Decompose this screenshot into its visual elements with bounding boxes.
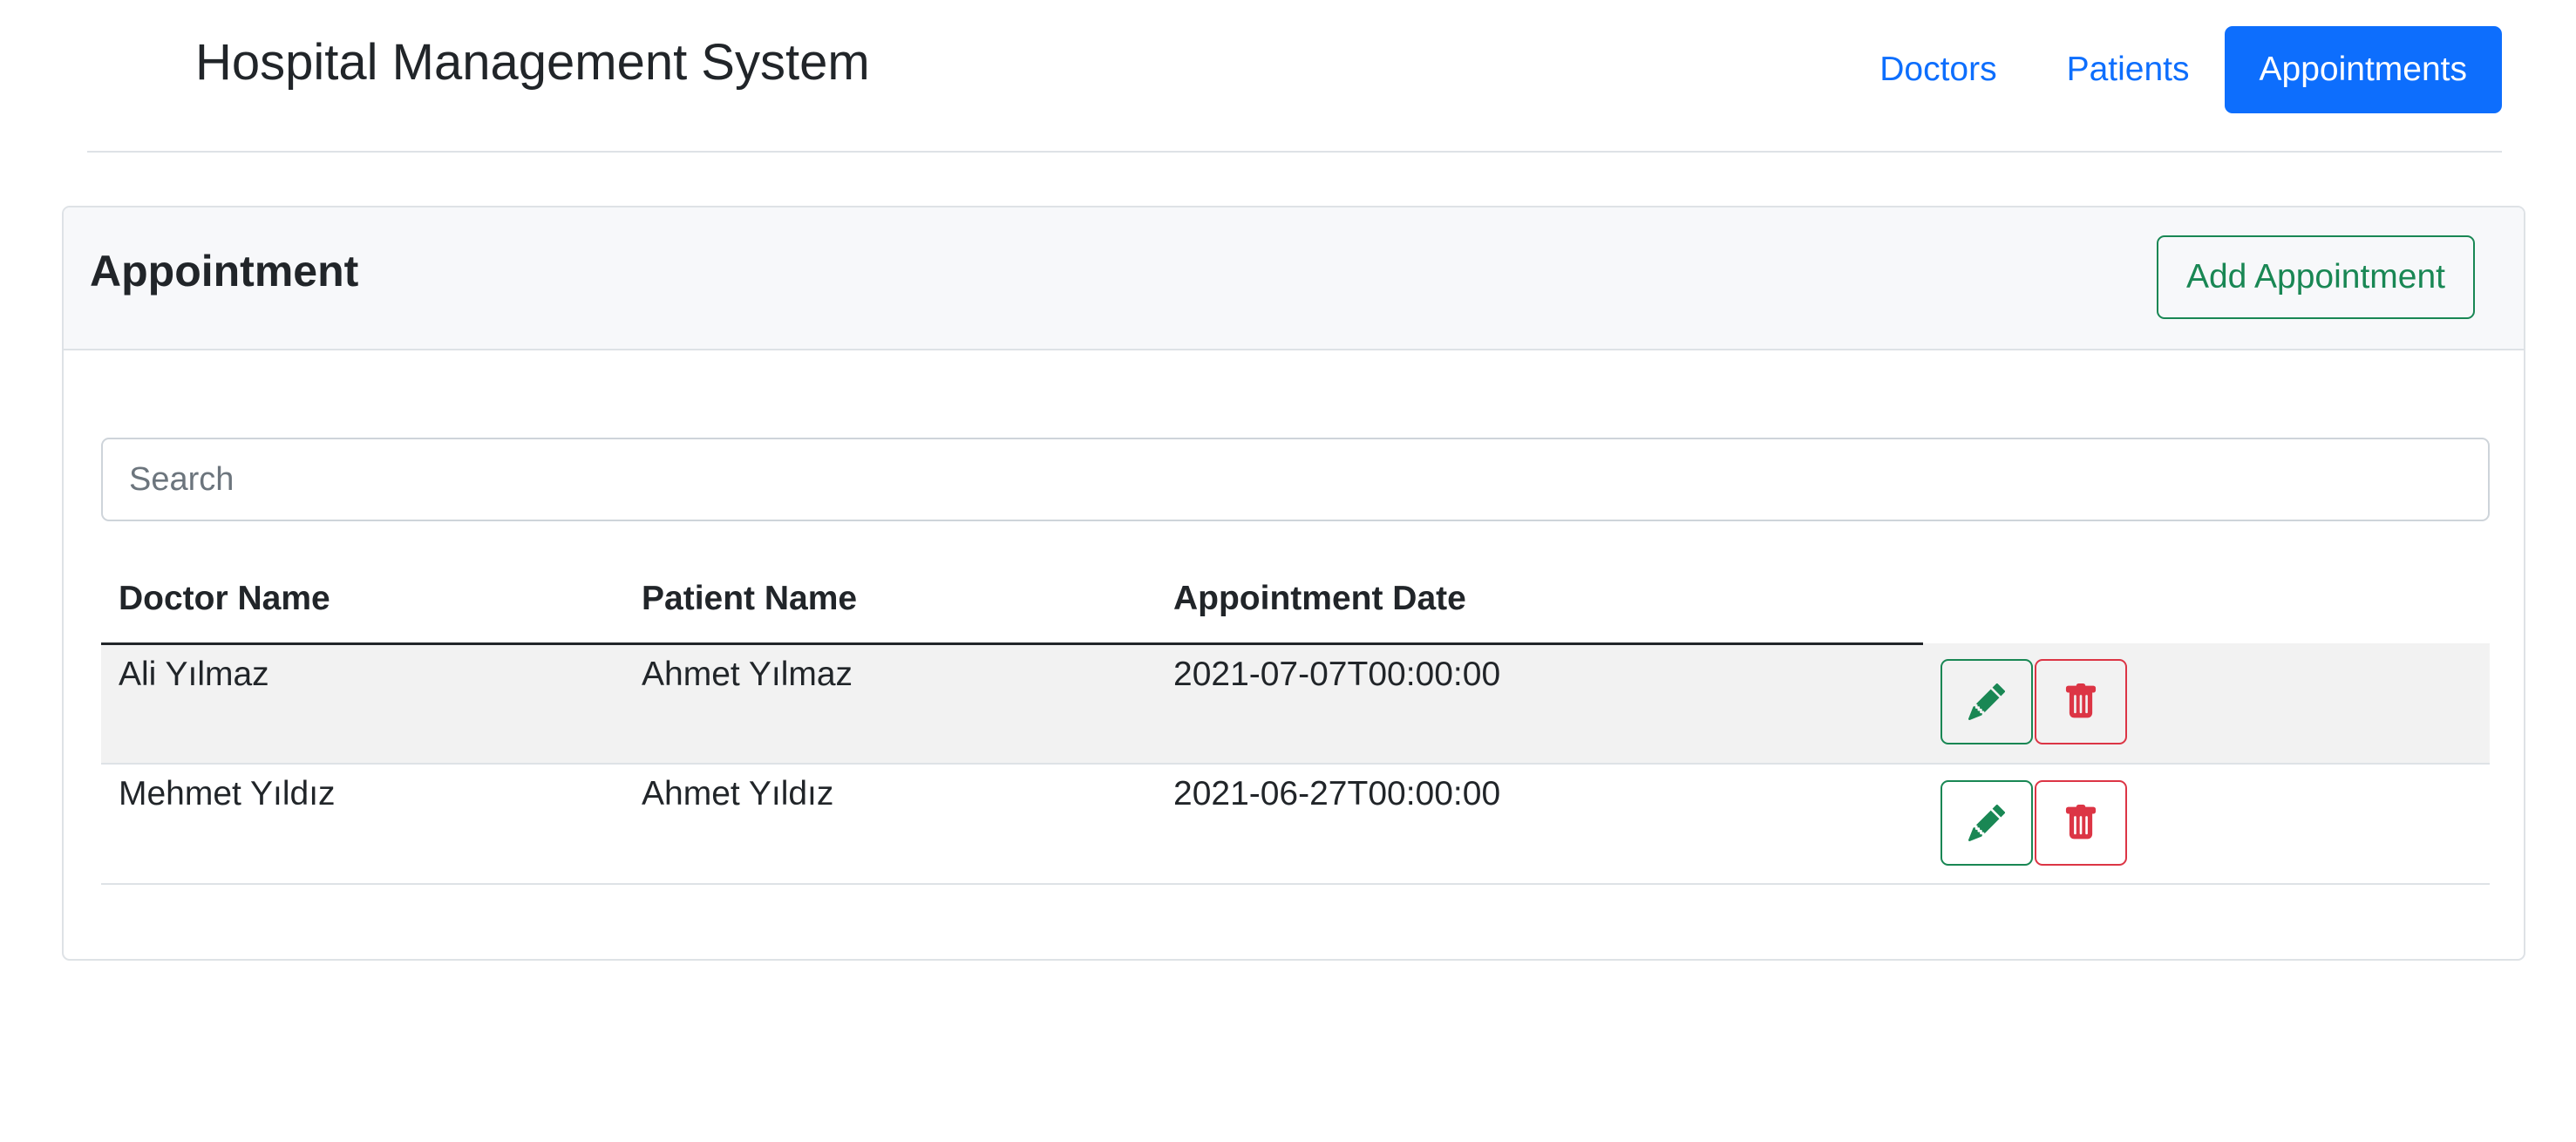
cell-appointment-date: 2021-07-07T00:00:00 (1156, 643, 1923, 765)
add-appointment-button[interactable]: Add Appointment (2156, 235, 2475, 319)
trash-icon (2065, 683, 2097, 718)
table-header-row: Doctor Name Patient Name Appointment Dat… (101, 556, 2490, 645)
pencil-icon (1968, 805, 2005, 841)
column-header-patient-name: Patient Name (624, 556, 1156, 645)
edit-button[interactable] (1940, 659, 2033, 744)
cell-appointment-date: 2021-06-27T00:00:00 (1156, 764, 1923, 885)
appointments-table: Doctor Name Patient Name Appointment Dat… (101, 556, 2490, 885)
cell-patient-name: Ahmet Yıldız (624, 764, 1156, 885)
nav-patients[interactable]: Patients (2032, 26, 2225, 113)
appointment-card: Appointment Add Appointment Doctor Name … (62, 206, 2525, 961)
delete-button[interactable] (2035, 780, 2127, 866)
table-row: Mehmet Yıldız Ahmet Yıldız 2021-06-27T00… (101, 764, 2490, 885)
cell-actions (1923, 643, 2490, 765)
nav-appointments[interactable]: Appointments (2224, 26, 2502, 113)
edit-button[interactable] (1940, 780, 2033, 866)
trash-icon (2065, 805, 2097, 840)
cell-doctor-name: Mehmet Yıldız (101, 764, 624, 885)
nav-doctors[interactable]: Doctors (1845, 26, 2031, 113)
app-title: Hospital Management System (195, 34, 870, 91)
cell-actions (1923, 764, 2490, 885)
search-input[interactable] (101, 438, 2490, 521)
top-navbar: Hospital Management System Doctors Patie… (87, 0, 2502, 153)
table-row: Ali Yılmaz Ahmet Yılmaz 2021-07-07T00:00… (101, 643, 2490, 765)
column-header-actions (1923, 556, 2490, 643)
column-header-doctor-name: Doctor Name (101, 556, 624, 645)
card-title: Appointment (90, 247, 359, 296)
cell-doctor-name: Ali Yılmaz (101, 643, 624, 765)
card-header: Appointment Add Appointment (64, 207, 2524, 350)
cell-patient-name: Ahmet Yılmaz (624, 643, 1156, 765)
column-header-appointment-date: Appointment Date (1156, 556, 1923, 645)
delete-button[interactable] (2035, 659, 2127, 744)
main-nav: Doctors Patients Appointments (1845, 26, 2502, 113)
pencil-icon (1968, 683, 2005, 720)
